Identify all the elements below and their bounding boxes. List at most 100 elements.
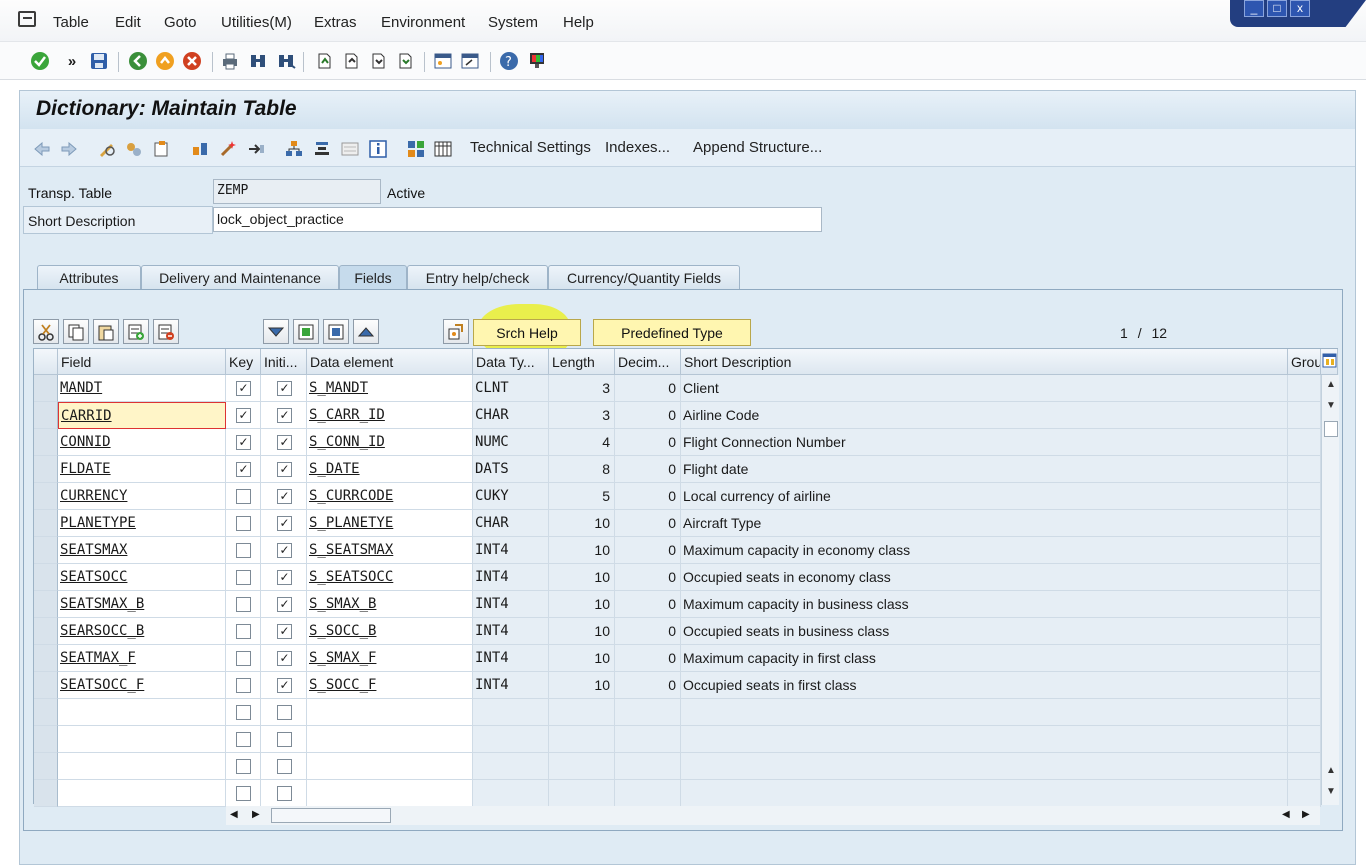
field-name-cell[interactable]: SEATMAX_F — [58, 645, 226, 672]
data-element-cell[interactable] — [307, 780, 473, 807]
move-down-icon[interactable] — [263, 319, 289, 344]
column-header-data-element[interactable]: Data element — [307, 349, 473, 375]
key-checkbox-input[interactable] — [236, 570, 251, 585]
cancel-icon[interactable] — [182, 51, 202, 71]
row-selector[interactable] — [34, 618, 58, 645]
key-checkbox-input[interactable]: ✓ — [236, 462, 251, 477]
insert-row-icon[interactable] — [123, 319, 149, 344]
row-selector[interactable] — [34, 753, 58, 780]
print-icon[interactable] — [220, 51, 240, 71]
row-selector[interactable] — [34, 402, 58, 429]
menu-utilities[interactable]: Utilities(M) — [221, 14, 292, 31]
maximize-button[interactable]: □ — [1267, 0, 1287, 17]
new-rows-icon[interactable] — [293, 319, 319, 344]
initial-checkbox-input[interactable]: ✓ — [277, 651, 292, 666]
find-next-icon[interactable] — [276, 51, 296, 71]
minimize-button[interactable]: _ — [1244, 0, 1264, 17]
key-checkbox-input[interactable] — [236, 597, 251, 612]
page-down-icon[interactable]: ▼ — [1324, 400, 1338, 414]
initial-checkbox-input[interactable]: ✓ — [277, 516, 292, 531]
tab-attributes[interactable]: Attributes — [37, 265, 141, 290]
field-name-cell[interactable] — [58, 753, 226, 780]
key-checkbox-input[interactable] — [236, 651, 251, 666]
data-element-cell[interactable]: S_CURRCODE — [307, 483, 473, 510]
initial-checkbox-input[interactable]: ✓ — [277, 462, 292, 477]
row-selector[interactable] — [34, 591, 58, 618]
scroll-up-icon[interactable]: ▲ — [1324, 379, 1338, 393]
initial-checkbox-input[interactable] — [277, 786, 292, 801]
key-checkbox-input[interactable]: ✓ — [236, 381, 251, 396]
data-element-cell[interactable]: S_SOCC_B — [307, 618, 473, 645]
data-element-cell[interactable] — [307, 699, 473, 726]
menu-edit[interactable]: Edit — [115, 14, 141, 31]
initial-checkbox-input[interactable]: ✓ — [277, 624, 292, 639]
data-element-cell[interactable]: S_SOCC_F — [307, 672, 473, 699]
exit-icon[interactable] — [155, 51, 175, 71]
key-checkbox-input[interactable] — [236, 705, 251, 720]
tab-fields[interactable]: Fields — [339, 265, 407, 290]
field-name-cell[interactable]: PLANETYPE — [58, 510, 226, 537]
key-checkbox-input[interactable] — [236, 678, 251, 693]
predefined-type-button[interactable]: Predefined Type — [593, 319, 751, 346]
initial-checkbox-input[interactable]: ✓ — [277, 489, 292, 504]
information-icon[interactable] — [368, 139, 388, 159]
field-name-cell[interactable]: SEATSMAX — [58, 537, 226, 564]
page-up-icon[interactable]: ▲ — [1324, 765, 1338, 779]
row-selector[interactable] — [34, 672, 58, 699]
key-checkbox-input[interactable] — [236, 759, 251, 774]
key-checkbox-input[interactable]: ✓ — [236, 435, 251, 450]
select-block-icon[interactable] — [323, 319, 349, 344]
paste-icon[interactable] — [93, 319, 119, 344]
system-menu-icon[interactable] — [18, 11, 36, 27]
data-element-cell[interactable]: S_MANDT — [307, 375, 473, 402]
initial-checkbox-input[interactable]: ✓ — [277, 381, 292, 396]
object-list-icon[interactable] — [312, 139, 332, 159]
initial-checkbox-input[interactable]: ✓ — [277, 435, 292, 450]
scroll-thumb[interactable] — [1324, 421, 1338, 437]
row-selector[interactable] — [34, 510, 58, 537]
table-view-icon[interactable] — [433, 139, 453, 159]
menu-extras[interactable]: Extras — [314, 14, 357, 31]
row-selector[interactable] — [34, 564, 58, 591]
technical-settings-button[interactable]: Technical Settings — [470, 139, 591, 156]
field-name-cell[interactable] — [58, 780, 226, 807]
vertical-scrollbar[interactable]: ▲ ▼ ▲ ▼ — [1321, 375, 1339, 805]
move-up-icon[interactable] — [353, 319, 379, 344]
scroll-right-icon[interactable]: ▶ — [252, 809, 260, 820]
field-name-cell[interactable] — [58, 726, 226, 753]
data-element-cell[interactable]: S_SMAX_B — [307, 591, 473, 618]
scroll-left-icon[interactable]: ◀ — [230, 809, 238, 820]
display-change-icon[interactable] — [97, 139, 117, 159]
row-selector[interactable] — [34, 537, 58, 564]
activate-icon[interactable] — [218, 139, 238, 159]
append-structure-button[interactable]: Append Structure... — [693, 139, 822, 156]
new-session-icon[interactable] — [433, 51, 453, 71]
indexes-button[interactable]: Indexes... — [605, 139, 670, 156]
field-name-cell[interactable]: SEATSOCC_F — [58, 672, 226, 699]
field-name-cell[interactable]: SEARSOCC_B — [58, 618, 226, 645]
column-header-initial[interactable]: Initi... — [261, 349, 307, 375]
column-header-key[interactable]: Key — [226, 349, 261, 375]
tab-entry-help-check[interactable]: Entry help/check — [407, 265, 548, 290]
menu-goto[interactable]: Goto — [164, 14, 197, 31]
field-name-cell[interactable]: CARRID — [58, 402, 226, 429]
menu-environment[interactable]: Environment — [381, 14, 465, 31]
data-element-cell[interactable]: S_SEATSMAX — [307, 537, 473, 564]
row-selector[interactable] — [34, 699, 58, 726]
key-checkbox-input[interactable] — [236, 786, 251, 801]
data-element-cell[interactable]: S_SEATSOCC — [307, 564, 473, 591]
copy-icon[interactable] — [63, 319, 89, 344]
help-icon[interactable]: ? — [499, 51, 519, 71]
find-icon[interactable] — [248, 51, 268, 71]
field-name-cell[interactable]: MANDT — [58, 375, 226, 402]
forward-arrow-icon[interactable] — [59, 139, 79, 159]
last-page-icon[interactable] — [395, 51, 415, 71]
command-field-icon[interactable]: » — [62, 51, 82, 71]
field-name-cell[interactable]: FLDATE — [58, 456, 226, 483]
row-selector[interactable] — [34, 726, 58, 753]
shortcut-icon[interactable] — [460, 51, 480, 71]
data-element-cell[interactable] — [307, 726, 473, 753]
column-header-length[interactable]: Length — [549, 349, 615, 375]
select-all-column[interactable] — [34, 349, 58, 375]
key-checkbox-input[interactable] — [236, 732, 251, 747]
